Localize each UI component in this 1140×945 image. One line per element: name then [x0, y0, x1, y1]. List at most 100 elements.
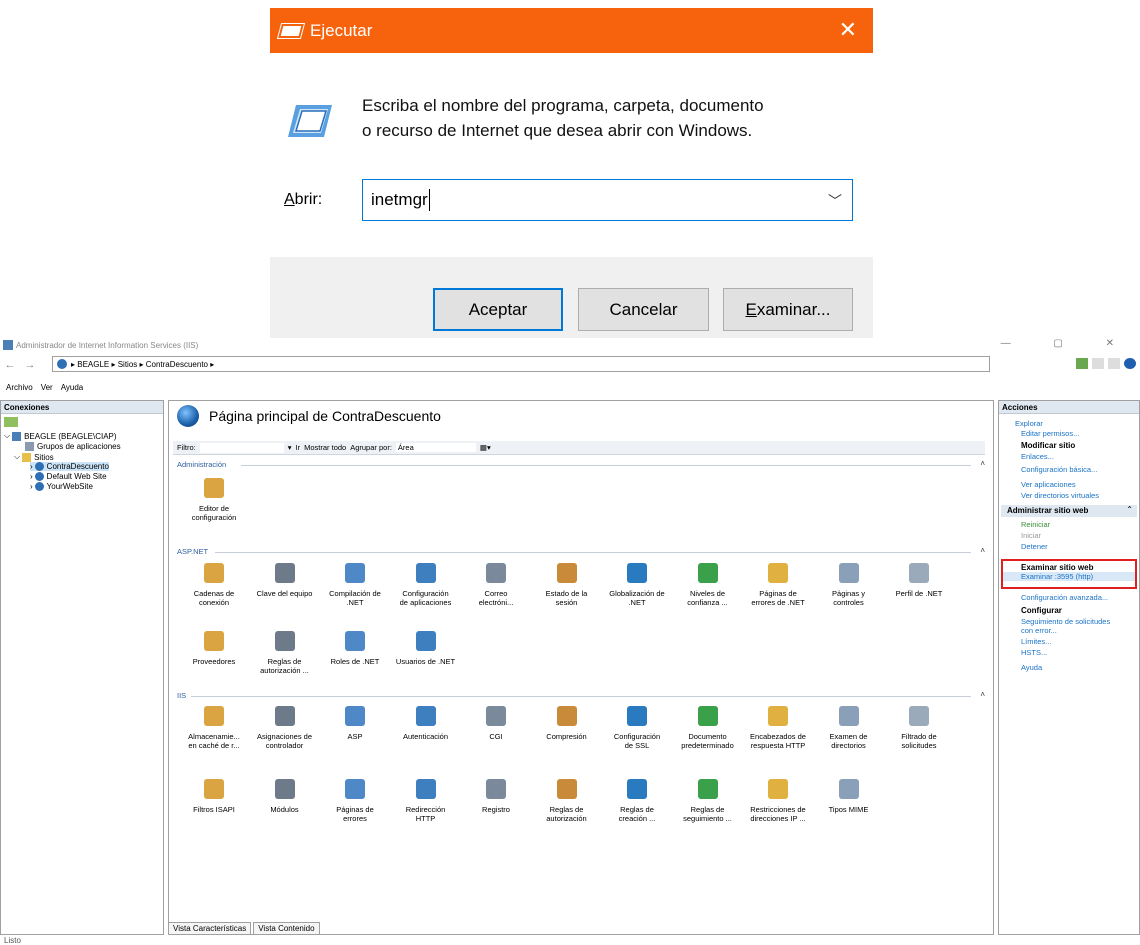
iis-feature[interactable]: Filtrado de solicitudes — [884, 706, 954, 750]
iis-feature[interactable]: Páginas de errores — [320, 779, 390, 823]
aspnet-feature[interactable]: Clave del equipo — [250, 563, 320, 598]
feature-label: Reglas de autorización ... — [260, 657, 309, 675]
restart-link[interactable]: Reiniciar — [1001, 520, 1137, 529]
feature-label: Documento predeterminado — [681, 732, 734, 750]
iis-feature[interactable]: Redirección HTTP — [391, 779, 461, 823]
aspnet-feature[interactable]: Compilación de .NET — [320, 563, 390, 607]
tab-content-view[interactable]: Vista Contenido — [253, 922, 320, 935]
menu-ayuda[interactable]: Ayuda — [61, 383, 84, 396]
iis-feature[interactable]: ASP — [320, 706, 390, 741]
back-arrow-icon[interactable]: ← — [0, 359, 20, 371]
iis-feature[interactable]: Asignaciones de controlador — [250, 706, 320, 750]
hsts-link[interactable]: HSTS... — [1001, 648, 1137, 657]
help-icon[interactable] — [1124, 358, 1136, 369]
ok-button[interactable]: Aceptar — [433, 288, 563, 331]
aspnet-feature[interactable]: Proveedores — [179, 631, 249, 666]
aspnet-feature[interactable]: Páginas y controles — [814, 563, 884, 607]
show-all-button[interactable]: Mostrar todo — [304, 443, 346, 452]
view-vdirs-link[interactable]: Ver directorios virtuales — [1001, 491, 1137, 500]
connect-icon[interactable] — [1076, 358, 1088, 369]
explore-action[interactable]: Explorar — [1001, 418, 1137, 428]
feature-label: Perfil de .NET — [895, 589, 943, 598]
iis-feature[interactable]: Tipos MIME — [814, 779, 884, 814]
group-aspnet[interactable]: ASP.NET ˄ — [177, 546, 987, 556]
admin-feature[interactable]: Editor de configuración — [179, 478, 249, 522]
aspnet-feature[interactable]: Roles de .NET — [320, 631, 390, 666]
browse-button[interactable]: Examinar... — [723, 288, 853, 331]
aspnet-feature[interactable]: Perfil de .NET — [884, 563, 954, 598]
iis-feature[interactable]: Filtros ISAPI — [179, 779, 249, 814]
menu-ver[interactable]: Ver — [41, 383, 53, 396]
browse-port-link[interactable]: Examinar :3595 (http) — [1003, 572, 1135, 581]
group-iis[interactable]: IIS ˄ — [177, 690, 987, 700]
help-link[interactable]: Ayuda — [1001, 663, 1137, 672]
iis-feature[interactable]: Reglas de autorización — [532, 779, 602, 823]
group-admin[interactable]: Administración ˄ — [177, 459, 987, 469]
close-icon[interactable]: ✕ — [839, 17, 857, 43]
folder-icon[interactable] — [1108, 358, 1120, 369]
iis-feature[interactable]: Documento predeterminado — [673, 706, 743, 750]
view-tabs: Vista Características Vista Contenido — [168, 922, 320, 935]
cancel-button[interactable]: Cancelar — [578, 288, 709, 331]
collapse-icon[interactable]: ˄ — [980, 459, 985, 468]
breadcrumb[interactable]: ▸ BEAGLE ▸ Sitios ▸ ContraDescuento ▸ — [52, 356, 990, 372]
window-controls[interactable]: — ▢ ✕ — [1001, 338, 1134, 349]
filter-input[interactable] — [199, 442, 284, 453]
tree-server[interactable]: ⌵ BEAGLE (BEAGLE\CIAP) — [4, 431, 117, 441]
tree-site-contradescuento[interactable]: › ContraDescuento — [30, 462, 109, 471]
iis-feature[interactable]: Módulos — [250, 779, 320, 814]
iis-feature[interactable]: Encabezados de respuesta HTTP — [743, 706, 813, 750]
go-button[interactable]: Ir — [296, 443, 301, 452]
mail-icon[interactable] — [1092, 358, 1104, 369]
aspnet-feature-icon — [204, 631, 224, 651]
collapse-icon[interactable]: ⌃ — [1126, 505, 1133, 514]
edit-permissions-link[interactable]: Editar permisos... — [1001, 429, 1137, 438]
stop-link[interactable]: Detener — [1001, 542, 1137, 551]
collapse-icon[interactable]: ˄ — [980, 690, 985, 699]
tab-features-view[interactable]: Vista Características — [168, 922, 252, 935]
limits-link[interactable]: Límites... — [1001, 637, 1137, 646]
menu-archivo[interactable]: Archivo — [6, 383, 33, 396]
collapse-icon[interactable]: ˄ — [980, 546, 985, 555]
aspnet-feature[interactable]: Globalización de .NET — [602, 563, 672, 607]
group-by-select[interactable]: Área — [395, 443, 476, 452]
tree-sites[interactable]: ⌵ Sitios — [14, 452, 54, 462]
view-applications-link[interactable]: Ver aplicaciones — [1001, 480, 1137, 489]
iis-feature[interactable]: Registro — [461, 779, 531, 814]
aspnet-feature[interactable]: Usuarios de .NET — [391, 631, 461, 666]
advanced-settings-link[interactable]: Configuración avanzada... — [1001, 593, 1137, 602]
aspnet-feature[interactable]: Reglas de autorización ... — [250, 631, 320, 675]
view-icon[interactable]: ▦▾ — [480, 443, 491, 452]
aspnet-feature[interactable]: Cadenas de conexión — [179, 563, 249, 607]
connect-toolbar-icon[interactable] — [4, 417, 18, 427]
aspnet-feature[interactable]: Páginas de errores de .NET — [743, 563, 813, 607]
forward-arrow-icon[interactable]: → — [20, 359, 40, 371]
failed-requests-link[interactable]: Seguimiento de solicitudes con error... — [1001, 617, 1117, 635]
iis-feature[interactable]: Examen de directorios — [814, 706, 884, 750]
feature-label: Cadenas de conexión — [193, 589, 235, 607]
iis-feature[interactable]: Almacenamie... en caché de r... — [179, 706, 249, 750]
iis-feature[interactable]: Reglas de creación ... — [602, 779, 672, 823]
aspnet-feature[interactable]: Niveles de confianza ... — [673, 563, 743, 607]
iis-feature[interactable]: Configuración de SSL — [602, 706, 672, 750]
basic-settings-link[interactable]: Configuración básica... — [1001, 465, 1137, 474]
iis-feature[interactable]: CGI — [461, 706, 531, 741]
iis-feature[interactable]: Autenticación — [391, 706, 461, 741]
iis-feature[interactable]: Reglas de seguimiento ... — [673, 779, 743, 823]
manage-site-header[interactable]: Administrar sitio web ⌃ — [1001, 505, 1137, 517]
iis-title-bar: Administrador de Internet Information Se… — [0, 338, 1140, 352]
bindings-link[interactable]: Enlaces... — [1001, 452, 1137, 461]
aspnet-feature[interactable]: Correo electróni... — [461, 563, 531, 607]
tree-site-default[interactable]: › Default Web Site — [30, 472, 107, 481]
chevron-down-icon[interactable]: ﹀ — [828, 191, 842, 211]
open-input[interactable]: inetmgr ﹀ — [362, 179, 853, 221]
tree-app-pools[interactable]: Grupos de aplicaciones — [25, 442, 121, 451]
aspnet-feature[interactable]: Configuración de aplicaciones — [391, 563, 461, 607]
filter-dropdown-icon[interactable]: ▾ — [288, 443, 292, 452]
feature-label: Almacenamie... en caché de r... — [188, 732, 240, 750]
tree-site-yourwebsite[interactable]: › YourWebSite — [30, 482, 93, 491]
iis-feature[interactable]: Restricciones de direcciones IP ... — [743, 779, 813, 823]
iis-feature[interactable]: Compresión — [532, 706, 602, 741]
aspnet-feature[interactable]: Estado de la sesión — [532, 563, 602, 607]
run-app-icon — [278, 23, 304, 38]
